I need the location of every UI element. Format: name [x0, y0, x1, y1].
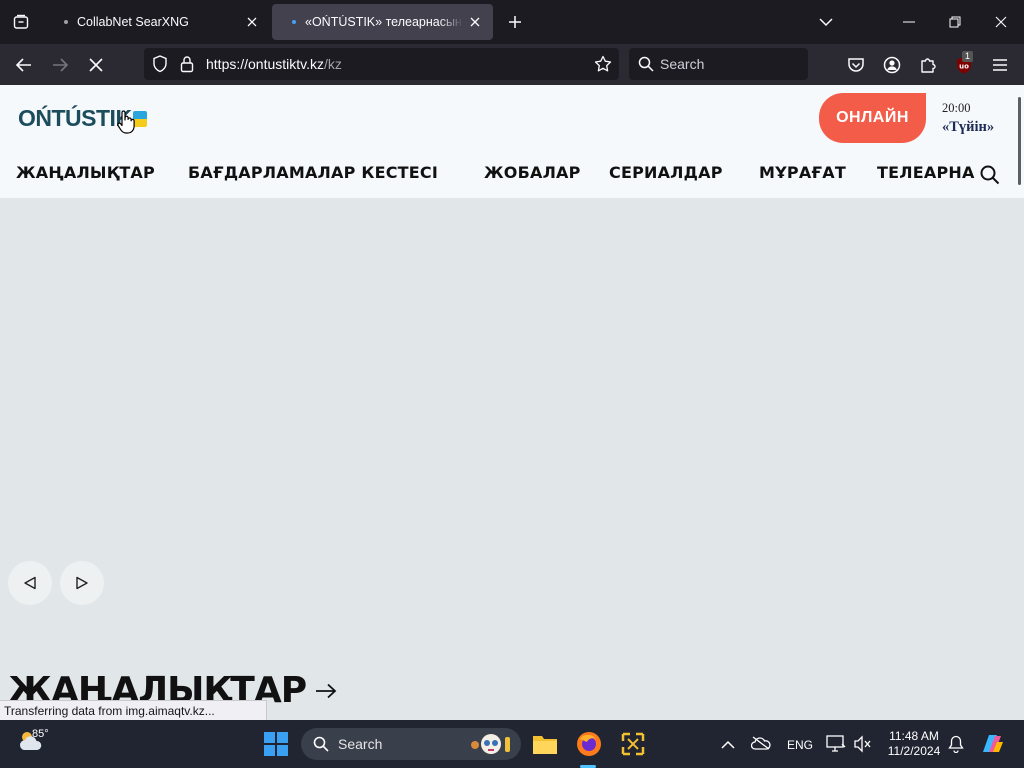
header-scrollbar[interactable] [1018, 97, 1021, 185]
file-explorer-icon[interactable] [532, 732, 558, 761]
main-navigation: ЖАҢАЛЫҚТАР БАҒДАРЛАМАЛАР КЕСТЕСІ ЖОБАЛАР… [0, 163, 1000, 187]
tab-list-icon[interactable] [0, 0, 42, 44]
back-arrow-icon[interactable] [9, 50, 39, 80]
restore-icon[interactable] [932, 0, 978, 44]
site-header: OŃTÚSTIK ОНЛАЙН 20:00 «Түйін» ЖАҢАЛЫҚТАР… [0, 85, 1024, 198]
triangle-right-icon [76, 576, 88, 590]
triangle-left-icon [24, 576, 36, 590]
volume-muted-icon[interactable] [853, 735, 873, 758]
system-clock[interactable]: 11:48 AM 11/2/2024 [878, 729, 950, 759]
nav-item-schedule[interactable]: БАҒДАРЛАМАЛАР КЕСТЕСІ [188, 163, 438, 182]
clock-time: 11:48 AM [889, 729, 939, 743]
new-tab-plus-icon[interactable] [502, 8, 528, 36]
onedrive-offline-icon[interactable] [750, 735, 771, 756]
browser-search-field[interactable]: Search [629, 48, 808, 80]
tab-loading-dot-icon [292, 20, 296, 24]
logo-text: OŃTÚSTIK [18, 105, 132, 131]
tab-close-icon[interactable] [240, 10, 264, 34]
arrow-right-icon[interactable] [315, 683, 337, 704]
firefox-icon[interactable] [576, 731, 602, 762]
taskbar-search-placeholder: Search [338, 736, 383, 752]
snipping-tool-icon[interactable] [620, 731, 646, 762]
nav-item-news[interactable]: ЖАҢАЛЫҚТАР [16, 163, 155, 182]
nav-item-channel[interactable]: ТЕЛЕАРНА [877, 163, 975, 182]
tab-title: CollabNet SearXNG [77, 15, 189, 29]
pocket-icon[interactable] [841, 50, 871, 80]
weather-widget[interactable]: 85° [18, 728, 49, 759]
hand-cursor-icon [116, 109, 136, 140]
browser-tab-bar: CollabNet SearXNG «OŃTÚSTIK» телеарнасын… [0, 0, 1024, 44]
stop-loading-icon[interactable] [81, 50, 111, 80]
clock-date: 11/2/2024 [887, 744, 941, 758]
schedule-time: 20:00 [942, 101, 971, 115]
search-icon [313, 736, 329, 757]
tracking-protection-shield-icon[interactable] [152, 55, 168, 78]
minimize-icon[interactable] [886, 0, 932, 44]
nav-item-series[interactable]: СЕРИАЛДАР [609, 163, 723, 182]
url-host: https://ontustiktv.kz [206, 56, 325, 72]
bookmark-star-icon[interactable] [594, 55, 612, 78]
search-icon [638, 56, 654, 77]
copilot-icon[interactable] [979, 732, 1005, 761]
windows-start-icon[interactable] [264, 732, 288, 761]
slider-next-button[interactable] [60, 561, 104, 605]
url-text[interactable]: https://ontustiktv.kz/kz [206, 56, 342, 72]
nav-item-archive[interactable]: МҰРАҒАТ [759, 163, 846, 182]
account-icon[interactable] [877, 50, 907, 80]
schedule-show-title[interactable]: «Түйін» [942, 119, 994, 136]
browser-nav-bar: https://ontustiktv.kz/kz Search uo 1 [0, 44, 1024, 85]
tab-ontustik[interactable]: «OŃTÚSTIK» телеарнасының ресми [272, 4, 493, 40]
show-hidden-icons-chevron-icon[interactable] [721, 737, 735, 755]
online-live-button[interactable]: ОНЛАЙН [819, 93, 926, 143]
lock-icon[interactable] [180, 55, 194, 78]
tab-loading-dot-icon [64, 20, 68, 24]
forward-arrow-icon[interactable] [45, 50, 75, 80]
ublock-origin-icon[interactable]: uo 1 [949, 50, 979, 80]
tab-collabnet-searxng[interactable]: CollabNet SearXNG [44, 4, 270, 40]
notifications-bell-icon[interactable] [948, 735, 964, 758]
close-window-icon[interactable] [978, 0, 1024, 44]
weather-temperature: 85° [32, 728, 49, 740]
web-page: OŃTÚSTIK ОНЛАЙН 20:00 «Түйін» ЖАҢАЛЫҚТАР… [0, 85, 1024, 720]
status-bar-tooltip: Transferring data from img.aimaqtv.kz... [0, 700, 267, 720]
display-monitor-icon[interactable] [826, 735, 846, 758]
url-bar[interactable]: https://ontustiktv.kz/kz [144, 48, 619, 80]
taskbar-search[interactable]: Search [301, 728, 521, 760]
search-placeholder: Search [660, 56, 705, 72]
url-path: /kz [324, 56, 342, 72]
menu-hamburger-icon[interactable] [985, 50, 1015, 80]
extensions-puzzle-icon[interactable] [913, 50, 943, 80]
list-all-tabs-chevron-icon[interactable] [803, 0, 849, 44]
search-highlight-skull-icon [467, 731, 517, 762]
tab-title: «OŃTÚSTIK» телеарнасының ресми [305, 15, 463, 29]
nav-item-projects[interactable]: ЖОБАЛАР [484, 163, 581, 182]
windows-taskbar: 85° Search ENG 11:48 AM 11/2/2024 [0, 720, 1024, 768]
svg-text:uo: uo [959, 63, 969, 71]
site-search-icon[interactable] [980, 165, 1000, 190]
tab-close-icon[interactable] [463, 10, 487, 34]
slider-prev-button[interactable] [8, 561, 52, 605]
language-indicator[interactable]: ENG [787, 738, 813, 752]
extension-badge: 1 [962, 51, 974, 62]
